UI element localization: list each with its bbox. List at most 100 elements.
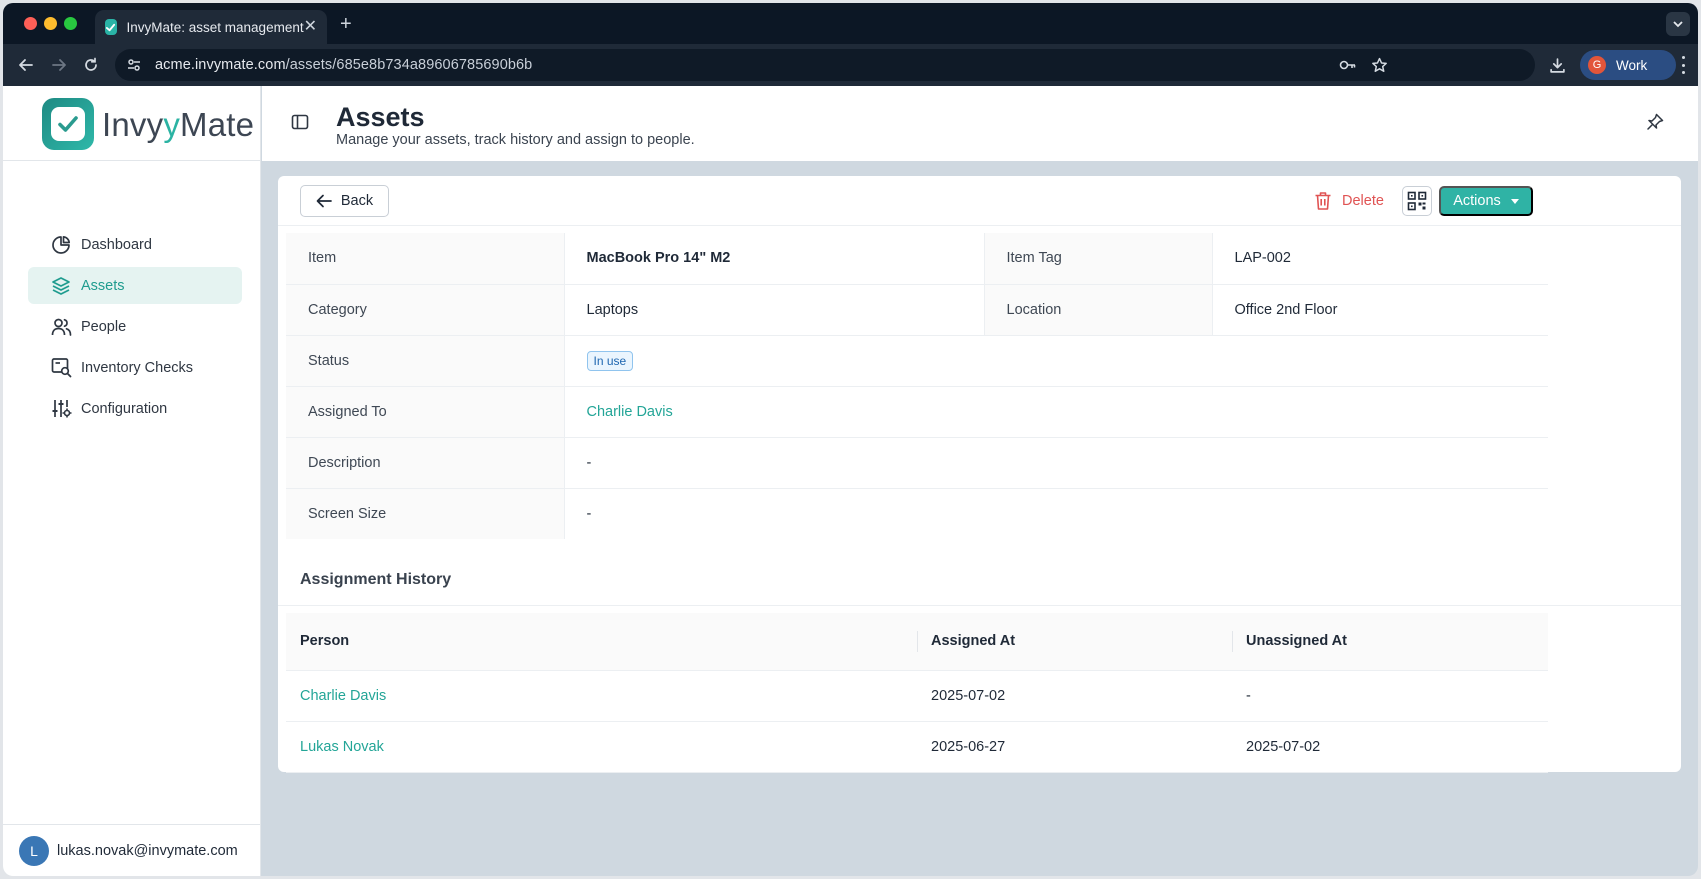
category-value: Laptops	[564, 284, 985, 336]
trash-icon	[1315, 192, 1331, 210]
back-arrow-icon[interactable]	[17, 56, 35, 74]
status-label: Status	[286, 335, 565, 387]
sidebar-item-dashboard[interactable]: Dashboard	[28, 226, 242, 263]
sidebar: InvyyMate Dashboard Assets People Invent…	[3, 86, 261, 876]
window-minimize-button[interactable]	[44, 17, 57, 30]
main-content: Assets Manage your assets, track history…	[262, 86, 1698, 876]
table-row: Item MacBook Pro 14" M2 Item Tag LAP-002	[286, 233, 1548, 285]
sidebar-item-inventory-checks[interactable]: Inventory Checks	[28, 349, 242, 386]
back-button[interactable]: Back	[300, 185, 389, 217]
column-header-unassigned-at[interactable]: Unassigned At	[1232, 613, 1548, 671]
assigned-at-cell: 2025-07-02	[917, 670, 1232, 722]
profile-button[interactable]: G Work	[1580, 50, 1676, 80]
password-key-icon[interactable]	[1339, 56, 1357, 74]
pin-icon[interactable]	[1646, 113, 1664, 131]
search-document-icon	[50, 357, 72, 379]
table-row: Assigned To Charlie Davis	[286, 386, 1548, 438]
assigned-person-link[interactable]: Charlie Davis	[587, 404, 673, 420]
item-label: Item	[286, 233, 565, 285]
sidebar-item-assets[interactable]: Assets	[28, 267, 242, 304]
assignment-history-card: Assignment History Person Assigned At Un…	[278, 554, 1681, 773]
reload-icon[interactable]	[82, 56, 100, 74]
sidebar-item-label: Inventory Checks	[81, 359, 194, 376]
table-row: Status In use	[286, 335, 1548, 387]
address-bar[interactable]: acme.invymate.com/assets/685e8b734a89606…	[115, 49, 1535, 81]
pie-chart-icon	[50, 234, 72, 256]
layers-icon	[50, 275, 72, 297]
user-email: lukas.novak@invymate.com	[57, 842, 238, 859]
page-subtitle: Manage your assets, track history and as…	[336, 132, 695, 148]
browser-toolbar: acme.invymate.com/assets/685e8b734a89606…	[3, 44, 1698, 86]
forward-arrow-icon[interactable]	[50, 56, 68, 74]
column-header-person[interactable]: Person	[286, 613, 917, 671]
column-header-assigned-at[interactable]: Assigned At	[917, 613, 1232, 671]
description-label: Description	[286, 437, 565, 489]
description-value: -	[564, 437, 1548, 489]
screen-size-label: Screen Size	[286, 488, 565, 539]
sidebar-nav: Dashboard Assets People Inventory Checks…	[28, 226, 242, 431]
arrow-left-icon	[316, 194, 332, 208]
unassigned-at-cell: -	[1232, 670, 1548, 722]
users-icon	[50, 316, 72, 338]
download-icon[interactable]	[1548, 56, 1566, 74]
new-tab-icon[interactable]: +	[340, 14, 352, 34]
sidebar-item-people[interactable]: People	[28, 308, 242, 345]
window-maximize-button[interactable]	[64, 17, 77, 30]
browser-window: InvyMate: asset management ✕ + acme.invy…	[3, 3, 1698, 876]
delete-button[interactable]: Delete	[1314, 188, 1384, 214]
window-close-button[interactable]	[24, 17, 37, 30]
asset-detail-card: Back Delete Actions Item MacBook Pro 14"…	[278, 176, 1681, 576]
site-settings-icon[interactable]	[125, 56, 143, 74]
tab-close-icon[interactable]: ✕	[304, 19, 317, 35]
unassigned-at-cell: 2025-07-02	[1232, 721, 1548, 773]
assigned-to-cell: Charlie Davis	[564, 386, 1548, 438]
card-header: Assignment History	[278, 554, 1681, 606]
sidebar-item-label: Configuration	[81, 400, 168, 417]
table-row: Lukas Novak 2025-06-27 2025-07-02	[286, 721, 1548, 773]
location-value: Office 2nd Floor	[1212, 284, 1548, 336]
profile-avatar: G	[1588, 56, 1606, 74]
favicon-icon	[105, 19, 117, 35]
assignment-history-table: Person Assigned At Unassigned At Charlie…	[286, 613, 1548, 773]
browser-menu-icon[interactable]	[1680, 56, 1686, 74]
url-path: /assets/685e8b734a89606785690b6b	[285, 57, 533, 73]
qr-code-icon	[1407, 191, 1427, 211]
table-row: Category Laptops Location Office 2nd Flo…	[286, 284, 1548, 336]
tab-title: InvyMate: asset management	[126, 19, 304, 35]
chevron-down-icon	[1673, 20, 1683, 27]
caret-down-icon	[1510, 198, 1519, 204]
logo[interactable]: InvyyMate	[3, 86, 260, 161]
assignment-history-title: Assignment History	[300, 570, 452, 588]
actions-dropdown-button[interactable]: Actions	[1439, 186, 1533, 216]
bookmark-star-icon[interactable]	[1370, 56, 1388, 74]
brand-name: InvyyMate	[102, 106, 254, 144]
item-value: MacBook Pro 14" M2	[564, 233, 985, 285]
sliders-icon	[50, 398, 72, 420]
assigned-at-cell: 2025-06-27	[917, 721, 1232, 773]
table-row: Description -	[286, 437, 1548, 489]
logo-check-icon	[42, 98, 94, 150]
person-cell: Lukas Novak	[286, 721, 917, 773]
browser-tab[interactable]: InvyMate: asset management ✕	[95, 10, 327, 44]
qr-code-button[interactable]	[1402, 186, 1432, 216]
tab-search-button[interactable]	[1666, 12, 1690, 36]
asset-details-table: Item MacBook Pro 14" M2 Item Tag LAP-002…	[286, 233, 1548, 539]
person-link[interactable]: Charlie Davis	[300, 688, 386, 704]
sidebar-toggle-icon[interactable]	[291, 113, 309, 131]
status-cell: In use	[564, 335, 1548, 387]
sidebar-item-label: Dashboard	[81, 236, 152, 253]
delete-button-label: Delete	[1342, 193, 1384, 209]
person-link[interactable]: Lukas Novak	[300, 739, 384, 755]
table-row: Charlie Davis 2025-07-02 -	[286, 670, 1548, 722]
browser-tab-bar: InvyMate: asset management ✕ +	[3, 3, 1698, 44]
brand-name-part2: Mate	[180, 106, 255, 143]
assigned-to-label: Assigned To	[286, 386, 565, 438]
status-badge: In use	[586, 350, 634, 371]
sidebar-item-configuration[interactable]: Configuration	[28, 390, 242, 427]
category-label: Category	[286, 284, 565, 336]
table-row: Screen Size -	[286, 488, 1548, 539]
brand-name-accent: y	[163, 106, 181, 143]
item-tag-value: LAP-002	[1212, 233, 1548, 285]
location-label: Location	[984, 284, 1213, 336]
user-menu[interactable]: L lukas.novak@invymate.com	[3, 824, 260, 876]
